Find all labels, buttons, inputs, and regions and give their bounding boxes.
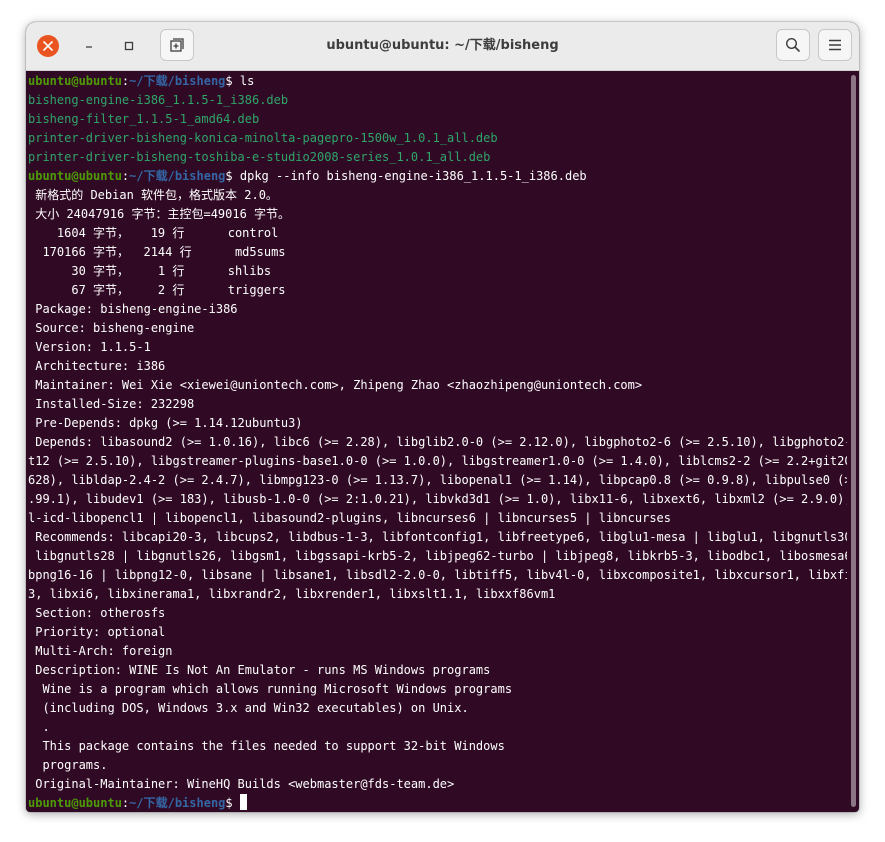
output-line: Wine is a program which allows running M…	[28, 682, 513, 696]
file-entry: bisheng-engine-i386_1.1.5-1_i386.deb	[28, 93, 289, 107]
output-line: l-icd-libopencl1 | libopencl1, libasound…	[28, 511, 671, 525]
output-line: Architecture: i386	[28, 359, 166, 373]
output-line: Version: 1.1.5-1	[28, 340, 151, 354]
terminal-window: ubuntu@ubuntu: ~/下载/bisheng ubuntu@ubunt…	[26, 22, 859, 812]
output-line: (including DOS, Windows 3.x and Win32 ex…	[28, 701, 469, 715]
prompt-path: ~/下载/bisheng	[129, 796, 226, 810]
prompt-user: ubuntu@ubuntu	[28, 169, 122, 183]
close-icon	[43, 41, 53, 51]
output-line: 1604 字节， 19 行 control	[28, 226, 279, 240]
terminal-output[interactable]: ubuntu@ubuntu:~/下载/bisheng$ ls bisheng-e…	[26, 71, 859, 812]
prompt-line: ubuntu@ubuntu:~/下载/bisheng$ dpkg --info …	[28, 167, 847, 186]
output-line: Original-Maintainer: WineHQ Builds <webm…	[28, 777, 455, 791]
output-line: Depends: libasound2 (>= 1.0.16), libc6 (…	[28, 435, 847, 449]
maximize-button[interactable]	[118, 35, 140, 57]
new-tab-icon	[170, 38, 184, 52]
prompt-line: ubuntu@ubuntu:~/下载/bisheng$	[28, 794, 847, 812]
output-line: Priority: optional	[28, 625, 166, 639]
close-button[interactable]	[37, 35, 59, 57]
output-line: Source: bisheng-engine	[28, 321, 195, 335]
prompt-line: ubuntu@ubuntu:~/下载/bisheng$ ls	[28, 72, 847, 91]
output-line: .99.1), libudev1 (>= 183), libusb-1.0-0 …	[28, 492, 847, 506]
output-line: 30 字节， 1 行 shlibs	[28, 264, 272, 278]
text-cursor	[239, 794, 247, 810]
output-line: .	[28, 720, 50, 734]
new-tab-button[interactable]	[160, 29, 194, 61]
output-line: libgnutls28 | libgnutls26, libgsm1, libg…	[28, 549, 847, 563]
prompt-symbol: $	[225, 74, 233, 88]
file-entry: printer-driver-bisheng-konica-minolta-pa…	[28, 131, 498, 145]
menu-button[interactable]	[818, 29, 852, 61]
prompt-user: ubuntu@ubuntu	[28, 74, 122, 88]
command-text: dpkg --info bisheng-engine-i386_1.1.5-1_…	[232, 169, 587, 183]
file-entry: printer-driver-bisheng-toshiba-e-studio2…	[28, 150, 491, 164]
prompt-user: ubuntu@ubuntu	[28, 796, 122, 810]
output-line: programs.	[28, 758, 108, 772]
file-entry: bisheng-filter_1.1.5-1_amd64.deb	[28, 112, 260, 126]
output-line: Installed-Size: 232298	[28, 397, 195, 411]
title-bar[interactable]: ubuntu@ubuntu: ~/下载/bisheng	[26, 22, 859, 71]
output-line: This package contains the files needed t…	[28, 739, 505, 753]
maximize-icon	[124, 41, 134, 51]
output-line: t12 (>= 2.5.10), libgstreamer-plugins-ba…	[28, 454, 847, 468]
output-line: 67 字节， 2 行 triggers	[28, 283, 286, 297]
output-line: Pre-Depends: dpkg (>= 1.14.12ubuntu3)	[28, 416, 303, 430]
output-line: 大小 24047916 字节：主控包=49016 字节。	[28, 207, 291, 221]
scrollbar[interactable]	[851, 75, 856, 807]
prompt-symbol: $	[225, 796, 233, 810]
search-icon	[785, 37, 800, 52]
output-line: 3, libxi6, libxinerama1, libxrandr2, lib…	[28, 587, 556, 601]
search-button[interactable]	[776, 29, 810, 61]
window-title: ubuntu@ubuntu: ~/下载/bisheng	[326, 38, 559, 53]
command-text: ls	[232, 74, 255, 88]
minimize-button[interactable]	[78, 35, 100, 57]
output-line: Multi-Arch: foreign	[28, 644, 173, 658]
output-line: bpng16-16 | libpng12-0, libsane | libsan…	[28, 568, 847, 582]
output-line: 新格式的 Debian 软件包，格式版本 2.0。	[28, 188, 278, 202]
hamburger-menu-icon	[829, 39, 841, 51]
output-line: Section: otherosfs	[28, 606, 166, 620]
output-line: Maintainer: Wei Xie <xiewei@uniontech.co…	[28, 378, 643, 392]
output-line: Package: bisheng-engine-i386	[28, 302, 238, 316]
output-line: Description: WINE Is Not An Emulator - r…	[28, 663, 491, 677]
prompt-symbol: $	[225, 169, 233, 183]
output-line: Recommends: libcapi20-3, libcups2, libdb…	[28, 530, 847, 544]
output-line: 170166 字节， 2144 行 md5sums	[28, 245, 286, 259]
minimize-icon	[86, 46, 92, 48]
prompt-path: ~/下载/bisheng	[129, 74, 226, 88]
output-line: 628), libldap-2.4-2 (>= 2.4.7), libmpg12…	[28, 473, 847, 487]
prompt-path: ~/下载/bisheng	[129, 169, 226, 183]
